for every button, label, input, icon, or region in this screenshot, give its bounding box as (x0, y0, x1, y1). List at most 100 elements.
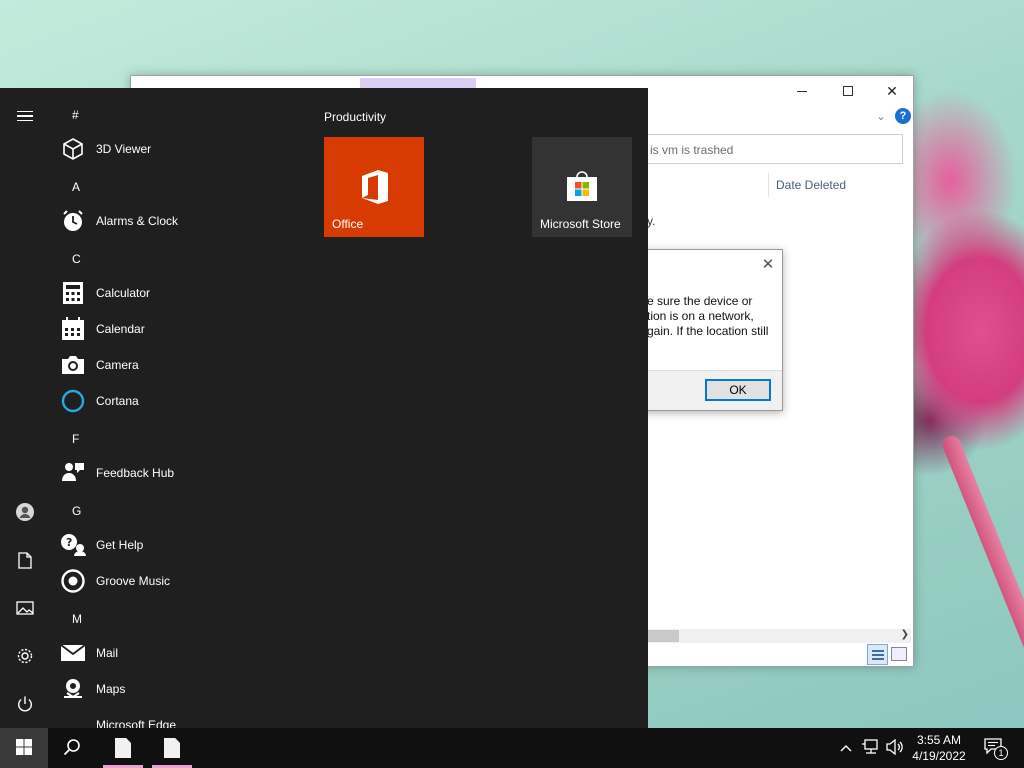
app-label: Maps (96, 682, 126, 696)
app-mail[interactable]: Mail (60, 636, 300, 670)
dialog-close-button[interactable]: ✕ (758, 254, 778, 274)
mail-icon (60, 640, 86, 666)
network-button[interactable] (860, 728, 882, 768)
error-dialog[interactable]: ✕ e sure the device or tion is on a netw… (640, 249, 783, 411)
cortana-ring-icon (60, 388, 86, 414)
volume-button[interactable] (884, 728, 906, 768)
maximize-button[interactable] (825, 76, 871, 106)
large-icons-view-button[interactable] (891, 647, 907, 661)
edge-icon (60, 712, 86, 728)
group-header-m[interactable]: M (72, 612, 82, 626)
app-microsoft-edge[interactable]: Microsoft Edge (60, 708, 300, 728)
app-calculator[interactable]: Calculator (60, 276, 300, 310)
help-icon[interactable]: ? (895, 108, 911, 124)
search-icon (63, 738, 81, 759)
column-header-date-deleted[interactable]: Date Deleted (776, 178, 846, 192)
details-view-button[interactable] (867, 644, 888, 665)
search-button[interactable] (48, 728, 96, 768)
app-feedback-hub[interactable]: Feedback Hub (60, 456, 300, 490)
user-icon[interactable] (0, 490, 50, 534)
app-label: Microsoft Edge (96, 718, 177, 728)
app-label: 3D Viewer (96, 142, 152, 156)
empty-folder-text: y. (647, 214, 656, 228)
group-header-hash[interactable]: # (72, 108, 79, 122)
app-label: Mail (96, 646, 119, 660)
document-icon (115, 738, 131, 758)
app-label: Calculator (96, 286, 151, 300)
start-rail (0, 88, 50, 728)
start-menu[interactable]: # 3D Viewer A Alarms & Clock C Calculato… (0, 88, 648, 728)
close-icon: ✕ (886, 82, 898, 99)
calculator-icon (60, 280, 86, 306)
maximize-icon (843, 86, 853, 96)
notification-count-badge: 1 (994, 746, 1008, 760)
taskbar-clock[interactable]: 3:55 AM 4/19/2022 (904, 732, 974, 764)
tiles-area: Productivity Office Microsoft Store (310, 88, 648, 728)
tile-office[interactable]: Office (324, 137, 424, 237)
settings-icon[interactable] (0, 634, 50, 678)
horizontal-scrollbar[interactable]: ❯ (641, 629, 911, 643)
power-icon[interactable] (0, 682, 50, 726)
alarm-clock-icon (60, 208, 86, 234)
minimize-icon (797, 90, 807, 92)
app-label: Cortana (96, 394, 139, 408)
app-calendar[interactable]: Calendar (60, 312, 300, 346)
app-label: Camera (96, 358, 139, 372)
help-bubble-icon: ? (60, 532, 86, 558)
group-header-f[interactable]: F (72, 432, 79, 446)
app-label: Get Help (96, 538, 144, 552)
app-get-help[interactable]: ? Get Help (60, 528, 300, 562)
group-header-a[interactable]: A (72, 180, 80, 194)
chevron-up-icon (840, 741, 852, 755)
taskbar-app-document-2[interactable] (152, 728, 192, 768)
show-hidden-icons-button[interactable] (836, 728, 856, 768)
ok-button[interactable]: OK (705, 379, 771, 401)
app-list[interactable]: # 3D Viewer A Alarms & Clock C Calculato… (50, 88, 310, 728)
office-icon (360, 169, 390, 208)
network-icon (862, 738, 880, 758)
close-button[interactable]: ✕ (869, 76, 915, 106)
search-input[interactable]: is vm is trashed (631, 134, 903, 164)
store-icon (566, 169, 598, 204)
start-button[interactable] (0, 728, 48, 768)
app-label: Alarms & Clock (96, 214, 179, 228)
clock-date: 4/19/2022 (912, 749, 966, 763)
groove-music-icon (60, 568, 86, 594)
tiles-group-header[interactable]: Productivity (324, 110, 386, 124)
feedback-icon (60, 460, 86, 486)
app-maps[interactable]: Maps (60, 672, 300, 706)
pictures-icon[interactable] (0, 586, 50, 630)
minimize-button[interactable] (779, 76, 825, 106)
tile-label: Office (332, 217, 364, 231)
column-divider (768, 173, 769, 197)
dialog-message: e sure the device or tion is on a networ… (647, 294, 769, 338)
flower-stem (940, 433, 1024, 728)
app-alarms-clock[interactable]: Alarms & Clock (60, 204, 300, 238)
maps-icon (60, 676, 86, 702)
tile-microsoft-store[interactable]: Microsoft Store (532, 137, 632, 237)
scroll-right-icon[interactable]: ❯ (901, 629, 909, 640)
group-header-c[interactable]: C (72, 252, 81, 266)
windows-logo-icon (16, 738, 32, 758)
app-label: Calendar (96, 322, 145, 336)
app-label: Feedback Hub (96, 466, 175, 480)
calendar-icon (60, 316, 86, 342)
menu-icon[interactable] (0, 94, 50, 138)
app-3d-viewer[interactable]: 3D Viewer (60, 132, 300, 166)
documents-icon[interactable] (0, 538, 50, 582)
action-center-button[interactable]: 1 (980, 734, 1010, 762)
clock-time: 3:55 AM (916, 733, 962, 747)
app-camera[interactable]: Camera (60, 348, 300, 382)
app-cortana[interactable]: Cortana (60, 384, 300, 418)
tile-label: Microsoft Store (540, 217, 621, 231)
document-icon (164, 738, 180, 758)
group-header-g[interactable]: G (72, 504, 81, 518)
speaker-icon (886, 738, 904, 758)
svg-text:?: ? (66, 536, 72, 549)
taskbar-app-document-1[interactable] (103, 728, 143, 768)
chevron-down-icon[interactable]: ⌄ (874, 109, 888, 123)
app-groove-music[interactable]: Groove Music (60, 564, 300, 598)
cube-icon (60, 136, 86, 162)
app-label: Groove Music (96, 574, 171, 588)
camera-icon (60, 352, 86, 378)
